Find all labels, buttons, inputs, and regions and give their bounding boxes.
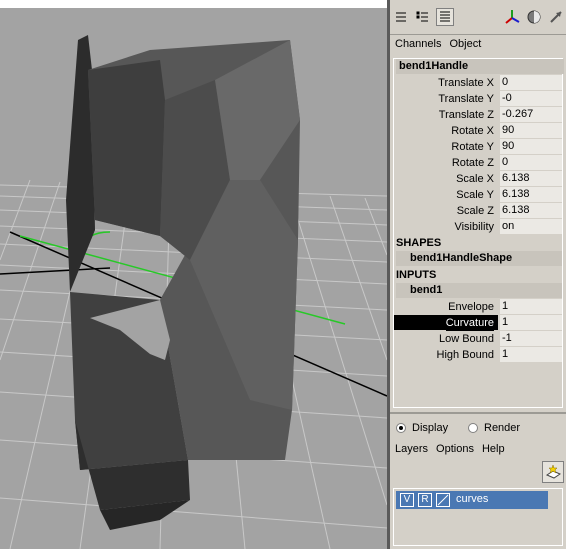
attr-label: Scale Z: [456, 205, 494, 217]
viewport-top-strip: [0, 0, 387, 8]
attr-value[interactable]: 6.138: [500, 171, 562, 186]
attr-label: Translate Z: [438, 109, 494, 121]
attr-value[interactable]: -1: [500, 331, 562, 346]
3d-viewport[interactable]: [0, 0, 387, 549]
attr-value[interactable]: 0: [500, 75, 562, 90]
attr-row-curvature[interactable]: Curvature 1: [394, 315, 564, 331]
attr-row-translate-z[interactable]: Translate Z -0.267: [394, 107, 564, 123]
display-label: Display: [412, 422, 449, 434]
layer-editor-menu: Layers Options Help: [390, 440, 566, 458]
channel-box-icon[interactable]: [392, 8, 410, 26]
attr-row-rotate-z[interactable]: Rotate Z 0: [394, 155, 564, 171]
attr-value[interactable]: 90: [500, 123, 562, 138]
attr-value[interactable]: 1: [500, 299, 562, 314]
attr-label: High Bound: [436, 349, 495, 361]
bent-mesh: [66, 35, 300, 530]
shape-name[interactable]: bend1HandleShape: [396, 251, 562, 266]
attr-label: Rotate X: [451, 125, 494, 137]
attr-row-translate-x[interactable]: Translate X 0: [394, 75, 564, 91]
attr-value[interactable]: -0.267: [500, 107, 562, 122]
attr-label: Curvature: [445, 315, 494, 331]
layer-list-icon[interactable]: [436, 8, 454, 26]
attr-row-translate-y[interactable]: Translate Y -0: [394, 91, 564, 107]
channels-menu[interactable]: Channels: [395, 38, 441, 50]
attr-value[interactable]: on: [500, 219, 562, 234]
attr-value[interactable]: -0: [500, 91, 562, 106]
inputs-header: INPUTS: [396, 269, 437, 281]
channel-box: bend1Handle Translate X 0 Translate Y -0 T…: [393, 58, 564, 408]
layer-list: V R curves: [393, 488, 563, 546]
attr-row-visibility[interactable]: Visibility on: [394, 219, 564, 235]
shapes-header: SHAPES: [396, 237, 442, 249]
attr-label: Envelope: [448, 301, 494, 313]
attr-row-high-bound[interactable]: High Bound 1: [394, 347, 564, 363]
attr-row-scale-y[interactable]: Scale Y 6.138: [394, 187, 564, 203]
attr-row-rotate-x[interactable]: Rotate X 90: [394, 123, 564, 139]
attr-label: Translate Y: [438, 93, 494, 105]
attr-label: Rotate Y: [451, 141, 494, 153]
attribute-editor-icon[interactable]: [414, 8, 432, 26]
panel-splitter[interactable]: [390, 412, 566, 414]
layers-menu[interactable]: Layers: [395, 443, 428, 455]
attr-label: Scale X: [456, 173, 494, 185]
attr-label: Translate X: [438, 77, 494, 89]
axis-manipulator-icon[interactable]: [503, 8, 521, 26]
layer-row[interactable]: V R curves: [396, 491, 548, 509]
layer-render-toggle[interactable]: R: [418, 493, 432, 507]
attr-value[interactable]: 1: [500, 315, 562, 330]
help-menu[interactable]: Help: [482, 443, 505, 455]
attr-row-scale-x[interactable]: Scale X 6.138: [394, 171, 564, 187]
arrow-tool-icon[interactable]: [547, 8, 565, 26]
attr-label: Low Bound: [438, 333, 494, 345]
display-radio[interactable]: Display: [396, 422, 448, 434]
shading-sphere-icon[interactable]: [525, 8, 543, 26]
attr-row-scale-z[interactable]: Scale Z 6.138: [394, 203, 564, 219]
attr-row-rotate-y[interactable]: Rotate Y 90: [394, 139, 564, 155]
object-menu[interactable]: Object: [449, 38, 481, 50]
scene: [0, 0, 387, 549]
radio-dot: [396, 423, 406, 433]
channel-box-panel: Channels Object bend1Handle Translate X 0…: [390, 0, 566, 549]
attr-value[interactable]: 1: [500, 347, 562, 362]
channel-box-menu: Channels Object: [390, 35, 566, 53]
attr-value[interactable]: 90: [500, 139, 562, 154]
layer-name[interactable]: curves: [456, 493, 488, 505]
object-name[interactable]: bend1Handle: [396, 59, 564, 74]
attr-label: Scale Y: [456, 189, 494, 201]
layer-visibility-toggle[interactable]: V: [400, 493, 414, 507]
input-node-name[interactable]: bend1: [396, 283, 562, 298]
attr-label: Rotate Z: [451, 157, 494, 169]
attr-value[interactable]: 6.138: [500, 203, 562, 218]
attr-value[interactable]: 6.138: [500, 187, 562, 202]
panel-toolbar: [390, 0, 566, 35]
attr-row-low-bound[interactable]: Low Bound -1: [394, 331, 564, 347]
radio-dot: [468, 423, 478, 433]
attr-label: Visibility: [454, 221, 494, 233]
options-menu[interactable]: Options: [436, 443, 474, 455]
render-radio[interactable]: Render: [468, 422, 520, 434]
render-label: Render: [484, 422, 521, 434]
layer-color-swatch[interactable]: [436, 493, 450, 507]
attr-row-envelope[interactable]: Envelope 1: [394, 299, 564, 315]
new-layer-icon[interactable]: [542, 461, 564, 483]
attr-value[interactable]: 0: [500, 155, 562, 170]
